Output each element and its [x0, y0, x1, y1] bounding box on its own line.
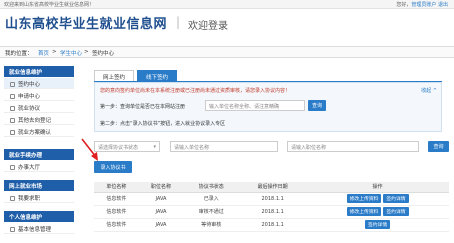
agreement-table: 单位名称 职位名称 协议书状态 最后操作日期 操作 信息软件 JAVA 已录入 …: [94, 182, 449, 232]
sidebar-item-label: 申请中心: [18, 94, 41, 100]
table-header-row: 单位名称 职位名称 协议书状态 最后操作日期 操作: [94, 182, 449, 193]
sidebar-item-label: 就业协议: [18, 106, 41, 112]
step2-text: 第二步：点击“录入协议书”按钮，进入就业协议录入专区: [100, 121, 226, 127]
signing-details-button[interactable]: 签约详情: [364, 220, 391, 229]
breadcrumb-current: 签约中心: [92, 51, 115, 57]
sidebar-item-basic-info[interactable]: 基本信息管理: [4, 223, 74, 234]
status-select[interactable]: 请选择协议书状态 ▾: [94, 141, 160, 152]
sidebar: 就业信息维护 签约中心 申请中心 就业协议 其他去向登记 就业方案确认 就业手续…: [4, 62, 74, 243]
user-info: 您好，管理员账户 退出: [396, 1, 448, 8]
cell-date: 2018.1.1: [239, 218, 307, 232]
top-bar: 欢迎来到山东省高校毕业生就业信息网！ 您好，管理员账户 退出: [0, 0, 454, 9]
sidebar-item-label: 就业方案确认: [18, 130, 52, 136]
cell-actions: 签约详情: [306, 218, 449, 232]
notice-panel: 您的意向签约单位尚未在本系统注册或已注册尚未通过资质审核，请您录入协议内容！ 收…: [94, 82, 442, 132]
cell-actions: 修改上传资料 签约详情: [306, 205, 449, 219]
greeting-text: 您好，: [396, 2, 412, 8]
sidebar-item-signing-center[interactable]: 签约中心: [4, 78, 74, 89]
breadcrumb-sep: >: [84, 49, 89, 55]
sidebar-item-application-center[interactable]: 申请中心: [4, 90, 74, 101]
table-row: 信息软件 JAVA 等待审核 2018.1.1 签约详情: [94, 218, 449, 232]
breadcrumb: 我的位置： 首页 > 学生中心 > 签约中心: [0, 46, 454, 58]
edit-upload-button[interactable]: 修改上传资料: [346, 194, 382, 203]
cell-date: 2018.1.1: [239, 192, 307, 206]
cell-unit: 信息软件: [94, 192, 139, 206]
sidebar-item-employment-agreement[interactable]: 就业协议: [4, 102, 74, 113]
cell-unit: 信息软件: [94, 205, 139, 219]
tab-offline-signing[interactable]: 线下签约: [137, 70, 178, 81]
logout-link[interactable]: 退出: [438, 2, 448, 8]
signing-details-button[interactable]: 签约详情: [383, 194, 409, 203]
site-logo[interactable]: 山东高校毕业生就业信息网: [5, 13, 167, 32]
cell-unit: 信息软件: [94, 218, 139, 232]
status-select-placeholder: 请选择协议书状态: [98, 145, 139, 151]
table-row: 信息软件 JAVA 审核不通过 2018.1.1 修改上传资料 签约详情: [94, 205, 449, 219]
cell-position: JAVA: [138, 205, 184, 219]
signing-details-button[interactable]: 签约详情: [383, 207, 409, 216]
breadcrumb-sep: >: [52, 49, 57, 55]
sidebar-item-label: 办事大厅: [18, 165, 41, 171]
edit-upload-button[interactable]: 修改上传资料: [346, 207, 382, 216]
user-icon: [10, 227, 15, 232]
unit-name-input[interactable]: 请输入单位名称: [170, 141, 278, 152]
header-separator: |: [176, 15, 181, 29]
search-button[interactable]: 查询: [428, 141, 449, 152]
collapse-toggle[interactable]: 收起 ^: [421, 87, 437, 94]
unit-lookup-button[interactable]: 查询: [308, 100, 326, 111]
hall-icon: [10, 165, 15, 170]
col-actions: 操作: [306, 182, 449, 193]
page-subtitle: 欢迎登录: [188, 21, 228, 32]
sidebar-item-label: 基本信息管理: [18, 227, 52, 233]
cell-status: 已录入: [183, 192, 240, 206]
sidebar-item-label: 我要求职: [18, 196, 41, 202]
sidebar-item-plan-confirm[interactable]: 就业方案确认: [4, 126, 74, 137]
check-icon: [10, 130, 15, 135]
table-row: 信息软件 JAVA 已录入 2018.1.1 修改上传资料 签约详情: [94, 192, 449, 206]
cell-actions: 修改上传资料 签约详情: [306, 192, 449, 206]
sidebar-section-procedures[interactable]: 就业手续办理: [4, 149, 74, 160]
document-icon: [10, 82, 15, 87]
cell-date: 2018.1.1: [239, 205, 307, 219]
sidebar-item-job-search[interactable]: 我要求职: [4, 192, 74, 203]
cell-position: JAVA: [138, 192, 184, 206]
chevron-down-icon: ▾: [153, 144, 156, 150]
briefcase-icon: [10, 196, 15, 201]
sidebar-section-personal-info[interactable]: 个人信息维护: [4, 211, 74, 222]
document-icon: [10, 106, 15, 111]
sidebar-item-other-destination[interactable]: 其他去向登记: [4, 114, 74, 125]
document-icon: [10, 118, 15, 123]
welcome-text: 欢迎来到山东省高校毕业生就业信息网！: [4, 2, 95, 8]
breadcrumb-prefix: 我的位置：: [5, 51, 33, 57]
document-icon: [10, 94, 15, 99]
tab-online-signing[interactable]: 网上签约: [94, 70, 135, 81]
col-date: 最后操作日期: [239, 182, 307, 193]
sidebar-item-label: 签约中心: [18, 82, 41, 88]
cell-status: 等待审核: [183, 218, 240, 232]
unit-lookup-input[interactable]: 输入单位名称全称、请注意精确: [205, 100, 305, 111]
col-unit: 单位名称: [94, 182, 139, 193]
col-status: 协议书状态: [183, 182, 240, 193]
sidebar-section-job-market[interactable]: 网上就业市场: [4, 180, 74, 191]
cell-position: JAVA: [138, 218, 184, 232]
sidebar-item-label: 其他去向登记: [18, 118, 52, 124]
user-account-link[interactable]: 管理员账户: [411, 2, 436, 8]
col-position: 职位名称: [138, 182, 184, 193]
breadcrumb-home[interactable]: 首页: [38, 49, 49, 57]
step1-text: 第一步：查询单位是否已在本网站注册: [100, 104, 186, 110]
sidebar-item-service-hall[interactable]: 办事大厅: [4, 161, 74, 172]
cell-status: 审核不通过: [183, 205, 240, 219]
annotation-arrow-icon: [81, 138, 98, 161]
sidebar-section-employment-info[interactable]: 就业信息维护: [4, 66, 74, 77]
breadcrumb-student-center[interactable]: 学生中心: [60, 49, 82, 57]
position-name-input[interactable]: 请输入职位名称: [287, 141, 419, 152]
notice-text: 您的意向签约单位尚未在本系统注册或已注册尚未通过资质审核，请您录入协议内容！: [100, 88, 291, 94]
